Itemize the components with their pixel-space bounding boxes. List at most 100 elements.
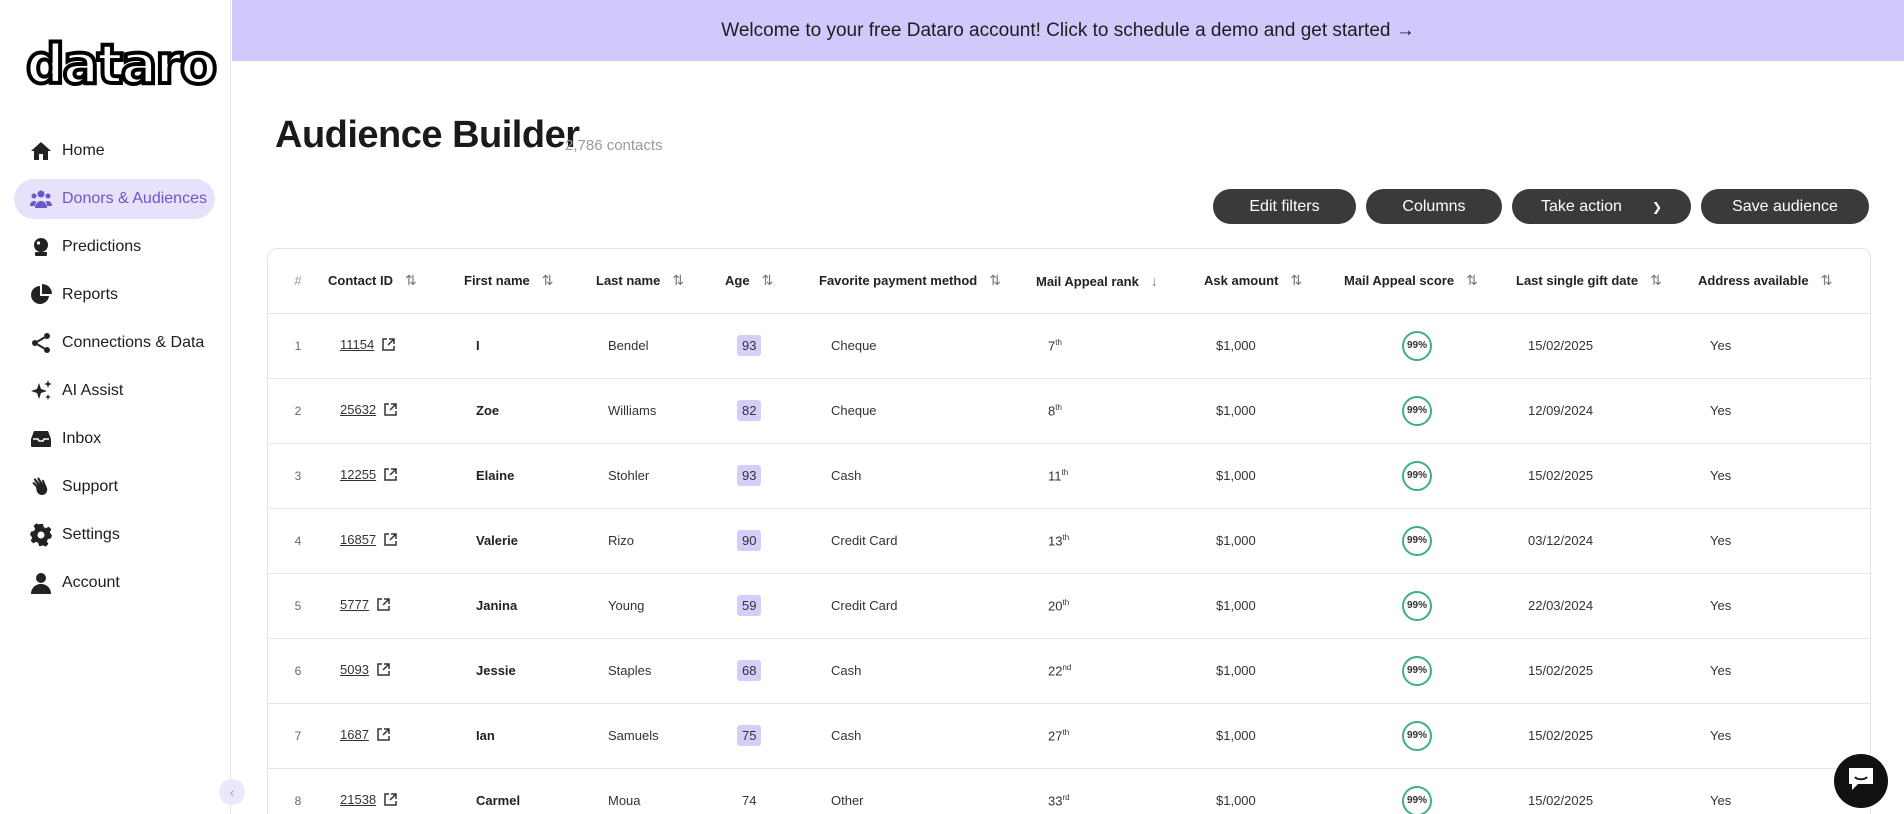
ask-amount-cell: $1,000 — [1204, 768, 1344, 814]
col-header-last-gift-date[interactable]: Last single gift date ⇅ — [1516, 249, 1698, 314]
contact-id-link[interactable]: 5093 — [340, 662, 369, 677]
sort-icon[interactable]: ⇅ — [762, 272, 774, 288]
sidebar-item-home[interactable]: Home — [14, 131, 215, 171]
rank-value: 11 — [1048, 468, 1062, 484]
sidebar-item-support[interactable]: Support — [14, 467, 215, 507]
rank-value: 27 — [1048, 728, 1063, 744]
contact-id-link[interactable]: 1687 — [340, 727, 369, 742]
payment-method-cell: Other — [819, 768, 1036, 814]
last-gift-date-cell: 12/09/2024 — [1516, 378, 1698, 444]
sidebar-item-settings[interactable]: Settings — [14, 515, 215, 555]
external-link-icon[interactable] — [377, 663, 390, 679]
last-name-cell: Stohler — [596, 443, 725, 509]
row-number: 6 — [268, 638, 328, 704]
external-link-icon[interactable] — [384, 468, 397, 484]
sort-icon[interactable]: ⇅ — [1821, 272, 1833, 288]
first-name-cell: Elaine — [464, 443, 596, 509]
address-available-cell: Yes — [1698, 378, 1870, 444]
col-header-payment-method[interactable]: Favorite payment method ⇅ — [819, 249, 1036, 314]
score-ring: 99% — [1402, 330, 1432, 361]
contact-id-link[interactable]: 25632 — [340, 402, 376, 417]
save-audience-button[interactable]: Save audience — [1701, 189, 1869, 224]
sidebar-item-inbox[interactable]: Inbox — [14, 419, 215, 459]
edit-filters-button[interactable]: Edit filters — [1213, 189, 1356, 224]
first-name-cell: Zoe — [464, 378, 596, 444]
mail-appeal-rank-cell: 20th — [1036, 573, 1204, 639]
contact-id-cell: 16857 — [328, 508, 464, 574]
chat-support-button[interactable] — [1834, 754, 1888, 808]
col-header-age[interactable]: Age ⇅ — [725, 249, 819, 314]
payment-method-cell: Cheque — [819, 378, 1036, 444]
table-row[interactable]: 8 21538 Carmel Moua 74 Other 33rd $1,000… — [268, 768, 1870, 814]
table-row[interactable]: 3 12255 Elaine Stohler 93 Cash 11th $1,0… — [268, 443, 1870, 509]
welcome-banner[interactable]: Welcome to your free Dataro account! Cli… — [232, 0, 1904, 61]
last-name-cell: Williams — [596, 378, 725, 444]
sidebar-item-donors-audiences[interactable]: Donors & Audiences — [14, 179, 215, 219]
col-header-address-available[interactable]: Address available ⇅ — [1698, 249, 1870, 314]
contact-id-cell: 12255 — [328, 443, 464, 509]
external-link-icon[interactable] — [377, 598, 390, 614]
contact-id-link[interactable]: 12255 — [340, 467, 376, 482]
collapse-sidebar-button[interactable]: ‹ — [219, 779, 245, 805]
sidebar-item-label: Reports — [62, 286, 119, 303]
external-link-icon[interactable] — [384, 533, 397, 549]
mail-appeal-rank-cell: 7th — [1036, 313, 1204, 379]
contact-id-link[interactable]: 16857 — [340, 532, 376, 547]
rank-suffix: th — [1055, 337, 1062, 347]
sidebar-item-predictions[interactable]: Predictions — [14, 227, 215, 267]
external-link-icon[interactable] — [382, 338, 395, 354]
col-header-mail-appeal-rank[interactable]: Mail Appeal rank ↓ — [1036, 249, 1204, 314]
sort-icon[interactable]: ⇅ — [1290, 272, 1302, 288]
contact-id-link[interactable]: 21538 — [340, 792, 376, 807]
external-link-icon[interactable] — [384, 403, 397, 419]
table-row[interactable]: 7 1687 Ian Samuels 75 Cash 27th $1,000 9… — [268, 703, 1870, 769]
sort-desc-icon[interactable]: ↓ — [1151, 273, 1158, 289]
sort-icon[interactable]: ⇅ — [672, 272, 684, 288]
row-number: 5 — [268, 573, 328, 639]
contact-id-cell: 5777 — [328, 573, 464, 639]
col-header-contact-id[interactable]: Contact ID ⇅ — [328, 249, 464, 314]
age-cell: 90 — [725, 508, 819, 574]
rank-suffix: rd — [1062, 792, 1070, 802]
last-name-cell: Samuels — [596, 703, 725, 769]
col-header-mail-appeal-score[interactable]: Mail Appeal score ⇅ — [1344, 249, 1516, 314]
contact-id-link[interactable]: 11154 — [340, 337, 374, 352]
last-name-cell: Rizo — [596, 508, 725, 574]
sidebar-item-ai-assist[interactable]: AI Assist — [14, 371, 215, 411]
age-badge: 93 — [737, 465, 762, 486]
sort-icon[interactable]: ⇅ — [542, 272, 554, 288]
col-header-first-name[interactable]: First name ⇅ — [464, 249, 596, 314]
sort-icon[interactable]: ⇅ — [1466, 272, 1478, 288]
payment-method-cell: Cash — [819, 443, 1036, 509]
sort-icon[interactable]: ⇅ — [1650, 272, 1662, 288]
dataro-logo[interactable]: dataro — [24, 36, 219, 94]
contact-count: 2,786 contacts — [565, 137, 663, 154]
last-name-cell: Moua — [596, 768, 725, 814]
ask-amount-cell: $1,000 — [1204, 703, 1344, 769]
take-action-dropdown[interactable]: Take action ❯ — [1512, 189, 1691, 224]
sort-icon[interactable]: ⇅ — [989, 272, 1001, 288]
user-icon — [28, 570, 54, 596]
sort-icon[interactable]: ⇅ — [405, 272, 417, 288]
table-row[interactable]: 1 11154 I Bendel 93 Cheque 7th $1,000 99… — [268, 313, 1870, 379]
external-link-icon[interactable] — [384, 793, 397, 809]
first-name-cell: I — [464, 313, 596, 379]
age-value: 74 — [742, 793, 757, 808]
table-row[interactable]: 4 16857 Valerie Rizo 90 Credit Card 13th… — [268, 508, 1870, 574]
table-row[interactable]: 5 5777 Janina Young 59 Credit Card 20th … — [268, 573, 1870, 639]
last-gift-date-cell: 22/03/2024 — [1516, 573, 1698, 639]
sidebar-item-account[interactable]: Account — [14, 563, 215, 603]
toolbar: Edit filters Columns Take action ❯ Save … — [1213, 189, 1869, 224]
external-link-icon[interactable] — [377, 728, 390, 744]
col-header-last-name[interactable]: Last name ⇅ — [596, 249, 725, 314]
table-row[interactable]: 2 25632 Zoe Williams 82 Cheque 8th $1,00… — [268, 378, 1870, 444]
sidebar-item-label: Support — [62, 478, 119, 495]
sidebar-item-connections[interactable]: Connections & Data — [14, 323, 215, 363]
contact-id-link[interactable]: 5777 — [340, 597, 369, 612]
table-row[interactable]: 6 5093 Jessie Staples 68 Cash 22nd $1,00… — [268, 638, 1870, 704]
people-icon — [28, 186, 54, 212]
payment-method-cell: Cash — [819, 703, 1036, 769]
col-header-ask-amount[interactable]: Ask amount ⇅ — [1204, 249, 1344, 314]
sidebar-item-reports[interactable]: Reports — [14, 275, 215, 315]
columns-button[interactable]: Columns — [1366, 189, 1502, 224]
